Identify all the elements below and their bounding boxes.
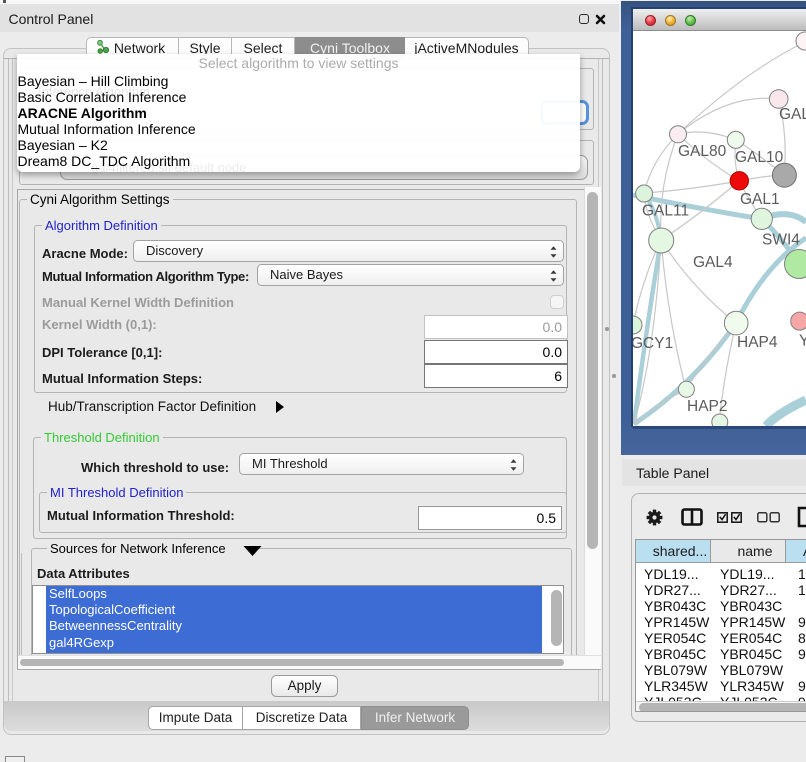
svg-text:Y: Y (799, 333, 806, 350)
svg-text:HAP2: HAP2 (687, 398, 728, 415)
svg-text:GAL7: GAL7 (779, 106, 806, 123)
svg-text:GAL10: GAL10 (735, 149, 784, 166)
svg-text:GCY1: GCY1 (633, 335, 673, 352)
svg-text:GAL80: GAL80 (678, 143, 727, 160)
svg-text:SWI4: SWI4 (762, 232, 800, 249)
svg-text:GAL11: GAL11 (642, 203, 689, 220)
svg-text:GAL1: GAL1 (740, 191, 780, 208)
svg-text:GAL4: GAL4 (693, 254, 733, 271)
svg-text:HAP4: HAP4 (737, 334, 778, 351)
